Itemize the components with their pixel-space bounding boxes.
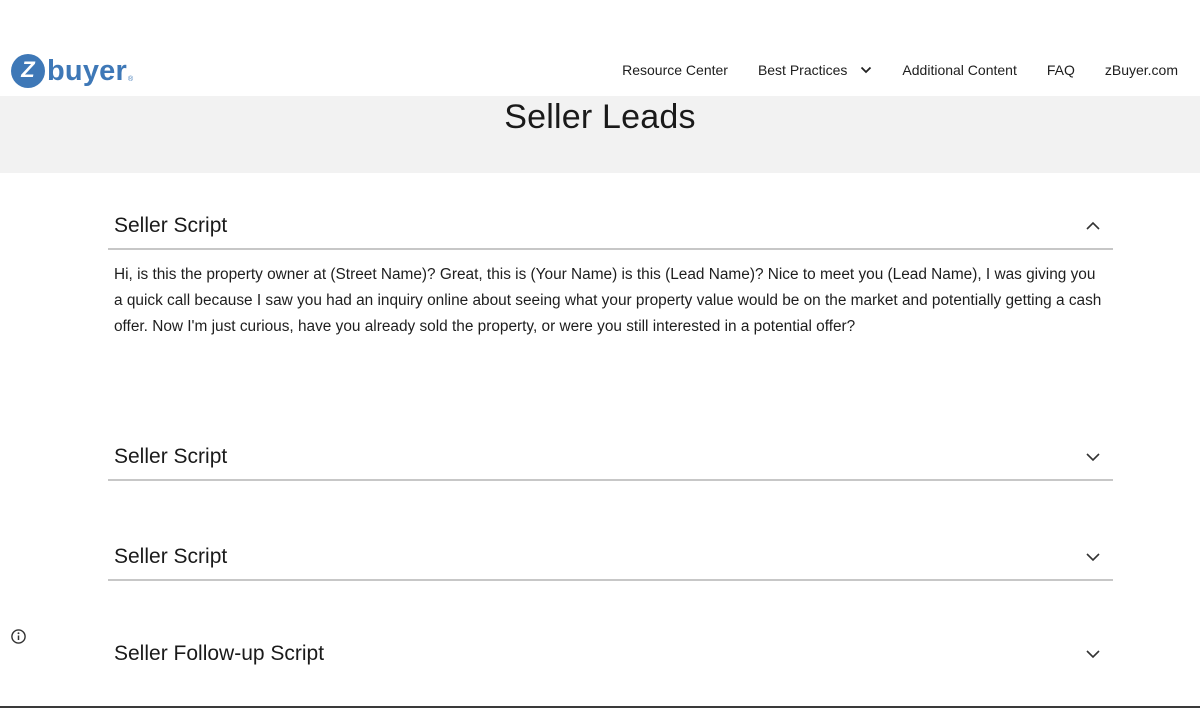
bottom-fade-overlay [0,666,1200,706]
nav-faq[interactable]: FAQ [1047,62,1075,78]
chevron-down-icon[interactable] [860,65,872,75]
logo-registered-mark: ® [127,76,134,83]
logo-mark: Z [21,57,35,82]
nav-best-practices[interactable]: Best Practices [758,62,872,78]
accordion-header[interactable]: Seller Script [108,534,1113,579]
logo-text: buyer [47,54,127,87]
accordion-title: Seller Script [114,544,228,568]
accordion-seller-script-1: Seller Script Hi, is this the property o… [108,204,1113,340]
accordion-divider [108,248,1113,250]
nav-additional-content[interactable]: Additional Content [902,62,1016,78]
nav-best-practices-label: Best Practices [757,62,848,78]
nav-resource-center[interactable]: Resource Center [622,62,728,78]
accordion-seller-script-2: Seller Script [108,434,1113,481]
chevron-up-icon[interactable] [1085,221,1101,231]
accordion-seller-script-3: Seller Script [108,534,1113,581]
chevron-down-icon[interactable] [1085,452,1101,462]
site-header: Z buyer ® Resource Center Best Practices… [0,0,1200,96]
accordion-header[interactable]: Seller Script [108,434,1113,479]
logo-badge: Z [11,54,45,88]
chevron-down-icon[interactable] [1085,552,1101,562]
accordion-header[interactable]: Seller Script [108,204,1113,248]
info-icon[interactable] [10,628,27,645]
accordion-divider [108,479,1113,481]
accordion-body-text: Hi, is this the property owner at (Stree… [114,266,1102,335]
accordion-divider [108,579,1113,581]
chevron-down-icon[interactable] [1085,649,1101,659]
page-title: Seller Leads [504,98,696,136]
accordion-title: Seller Follow-up Script [114,642,325,665]
zbuyer-logo[interactable]: Z buyer ® [11,53,133,89]
accordion-title: Seller Script [114,444,228,468]
accordion-title: Seller Script [114,214,228,237]
main-nav: Resource Center Best Practices Additiona… [622,62,1178,78]
nav-zbuyer-com[interactable]: zBuyer.com [1105,62,1178,78]
